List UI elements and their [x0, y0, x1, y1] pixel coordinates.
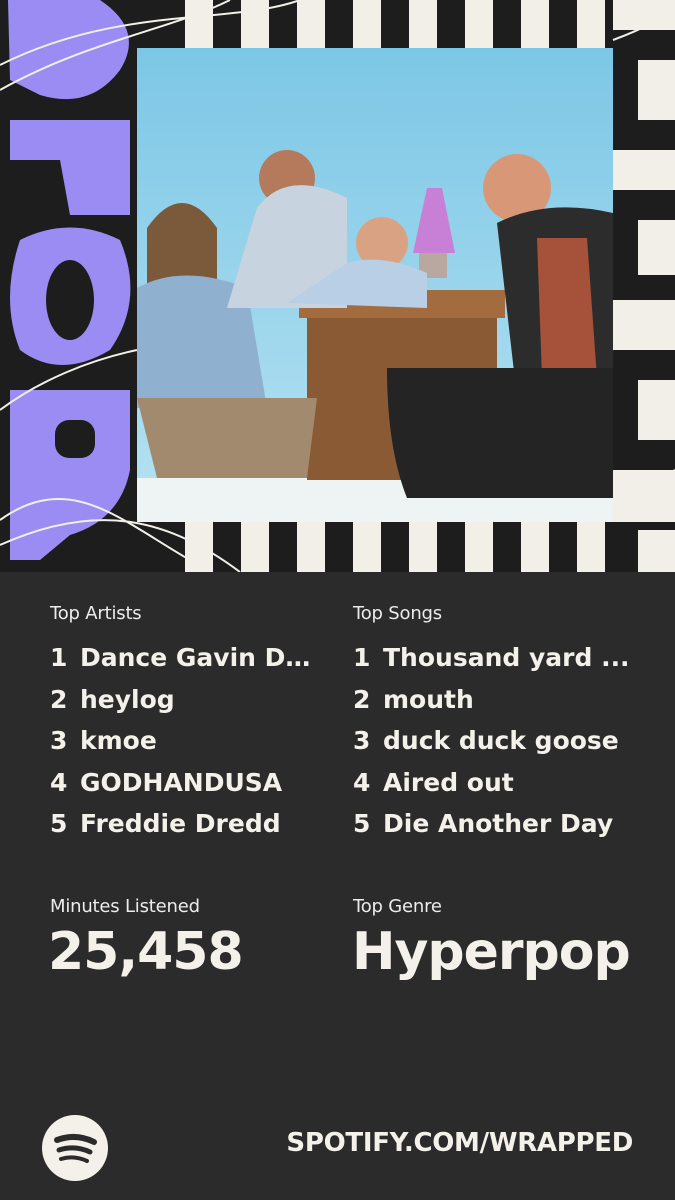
artist-photo	[137, 48, 613, 522]
top-genre-label: Top Genre	[353, 896, 442, 917]
rank: 5	[50, 809, 68, 838]
artist-photo-illustration	[137, 48, 613, 522]
song-name: mouth	[383, 684, 474, 714]
wrapped-link[interactable]: SPOTIFY.COM/WRAPPED	[286, 1128, 633, 1158]
top-genre-value: Hyperpop	[352, 922, 631, 982]
list-item: 5 Freddie Dredd	[50, 803, 325, 845]
artist-name: kmoe	[80, 726, 157, 755]
list-item: 1 Thousand yard ...	[353, 637, 643, 679]
rank: 1	[353, 643, 371, 672]
list-item: 4 Aired out	[353, 762, 643, 804]
top-artists-label: Top Artists	[50, 603, 142, 624]
artist-name: heylog	[80, 684, 175, 714]
list-item: 2 heylog	[50, 679, 325, 721]
list-item: 3 duck duck goose	[353, 720, 643, 762]
list-item: 5 Die Another Day	[353, 803, 643, 845]
song-name: Die Another Day	[383, 809, 614, 838]
rank: 3	[50, 726, 68, 755]
minutes-listened-value: 25,458	[48, 922, 244, 982]
minutes-listened-label: Minutes Listened	[50, 896, 200, 917]
rank: 3	[353, 726, 371, 755]
list-item: 2 mouth	[353, 679, 643, 721]
top-songs-list: 1 Thousand yard ... 2 mouth 3 duck duck goo…	[353, 637, 643, 845]
artist-name: GODHANDUSA	[80, 767, 283, 797]
top-songs-label: Top Songs	[353, 603, 442, 624]
song-name: duck duck goose	[383, 726, 619, 755]
list-item: 3 kmoe	[50, 720, 325, 762]
list-item: 4 GODHANDUSA	[50, 762, 325, 804]
rank: 4	[50, 767, 68, 797]
rank: 1	[50, 643, 68, 672]
rank: 2	[353, 684, 371, 714]
top-artists-list: 1 Dance Gavin Da... 2 heylog 3 kmoe 4 GODHAN…	[50, 637, 325, 845]
rank: 5	[353, 809, 371, 838]
song-name: Thousand yard ...	[383, 643, 630, 672]
artist-name: Freddie Dredd	[80, 809, 281, 838]
rank: 2	[50, 684, 68, 714]
artist-name: Dance Gavin Da...	[80, 643, 325, 672]
song-name: Aired out	[383, 767, 514, 797]
list-item: 1 Dance Gavin Da...	[50, 637, 325, 679]
hero-artwork	[0, 0, 675, 572]
spotify-logo-icon[interactable]	[42, 1115, 108, 1181]
rank: 4	[353, 767, 371, 797]
